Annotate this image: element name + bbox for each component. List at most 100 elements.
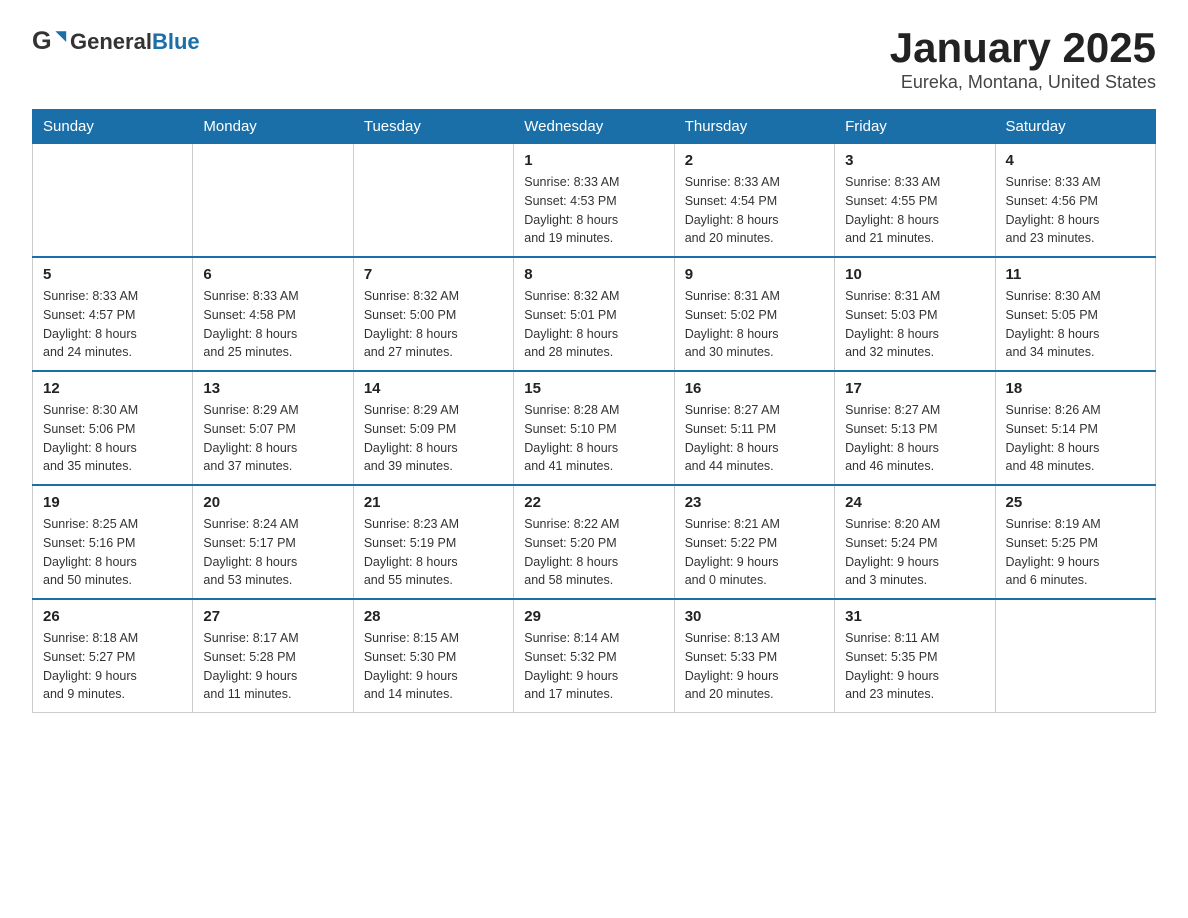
day-number: 27	[203, 608, 342, 625]
header-saturday: Saturday	[995, 110, 1155, 144]
day-info: Sunrise: 8:26 AM Sunset: 5:14 PM Dayligh…	[1006, 401, 1145, 476]
day-info: Sunrise: 8:19 AM Sunset: 5:25 PM Dayligh…	[1006, 515, 1145, 590]
week-row-4: 19 Sunrise: 8:25 AM Sunset: 5:16 PM Dayli…	[33, 485, 1156, 599]
day-number: 12	[43, 380, 182, 397]
day-number: 30	[685, 608, 824, 625]
day-number: 17	[845, 380, 984, 397]
day-number: 13	[203, 380, 342, 397]
day-number: 24	[845, 494, 984, 511]
day-cell: 31 Sunrise: 8:11 AM Sunset: 5:35 PM Dayli…	[835, 599, 995, 713]
day-info: Sunrise: 8:33 AM Sunset: 4:56 PM Dayligh…	[1006, 173, 1145, 248]
day-info: Sunrise: 8:32 AM Sunset: 5:00 PM Dayligh…	[364, 287, 503, 362]
day-cell	[353, 144, 513, 258]
day-info: Sunrise: 8:27 AM Sunset: 5:11 PM Dayligh…	[685, 401, 824, 476]
day-number: 11	[1006, 266, 1145, 283]
day-number: 6	[203, 266, 342, 283]
day-info: Sunrise: 8:28 AM Sunset: 5:10 PM Dayligh…	[524, 401, 663, 476]
day-info: Sunrise: 8:21 AM Sunset: 5:22 PM Dayligh…	[685, 515, 824, 590]
day-cell: 25 Sunrise: 8:19 AM Sunset: 5:25 PM Dayli…	[995, 485, 1155, 599]
day-number: 23	[685, 494, 824, 511]
header-row: SundayMondayTuesdayWednesdayThursdayFrid…	[33, 110, 1156, 144]
day-cell: 13 Sunrise: 8:29 AM Sunset: 5:07 PM Dayli…	[193, 371, 353, 485]
day-number: 5	[43, 266, 182, 283]
day-info: Sunrise: 8:30 AM Sunset: 5:06 PM Dayligh…	[43, 401, 182, 476]
day-cell: 16 Sunrise: 8:27 AM Sunset: 5:11 PM Dayli…	[674, 371, 834, 485]
day-cell: 9 Sunrise: 8:31 AM Sunset: 5:02 PM Daylig…	[674, 257, 834, 371]
day-number: 2	[685, 152, 824, 169]
header-sunday: Sunday	[33, 110, 193, 144]
day-number: 19	[43, 494, 182, 511]
day-info: Sunrise: 8:32 AM Sunset: 5:01 PM Dayligh…	[524, 287, 663, 362]
day-cell: 17 Sunrise: 8:27 AM Sunset: 5:13 PM Dayli…	[835, 371, 995, 485]
day-number: 20	[203, 494, 342, 511]
day-cell: 6 Sunrise: 8:33 AM Sunset: 4:58 PM Daylig…	[193, 257, 353, 371]
day-info: Sunrise: 8:33 AM Sunset: 4:58 PM Dayligh…	[203, 287, 342, 362]
day-info: Sunrise: 8:31 AM Sunset: 5:02 PM Dayligh…	[685, 287, 824, 362]
day-number: 3	[845, 152, 984, 169]
day-number: 26	[43, 608, 182, 625]
day-cell: 4Sunrise: 8:33 AM Sunset: 4:56 PM Daylig…	[995, 144, 1155, 258]
calendar-body: 1 Sunrise: 8:33 AM Sunset: 4:53 PM Daylig…	[33, 144, 1156, 713]
day-info: Sunrise: 8:33 AM Sunset: 4:55 PM Dayligh…	[845, 173, 984, 248]
day-cell: 26 Sunrise: 8:18 AM Sunset: 5:27 PM Dayli…	[33, 599, 193, 713]
day-number: 9	[685, 266, 824, 283]
day-info: Sunrise: 8:20 AM Sunset: 5:24 PM Dayligh…	[845, 515, 984, 590]
day-info: Sunrise: 8:22 AM Sunset: 5:20 PM Dayligh…	[524, 515, 663, 590]
day-number: 25	[1006, 494, 1145, 511]
day-number: 31	[845, 608, 984, 625]
day-cell: 7 Sunrise: 8:32 AM Sunset: 5:00 PM Daylig…	[353, 257, 513, 371]
day-info: Sunrise: 8:14 AM Sunset: 5:32 PM Dayligh…	[524, 629, 663, 704]
day-cell	[995, 599, 1155, 713]
day-cell: 5Sunrise: 8:33 AM Sunset: 4:57 PM Daylig…	[33, 257, 193, 371]
day-cell: 19 Sunrise: 8:25 AM Sunset: 5:16 PM Dayli…	[33, 485, 193, 599]
day-cell: 10Sunrise: 8:31 AM Sunset: 5:03 PM Dayli…	[835, 257, 995, 371]
calendar-header: SundayMondayTuesdayWednesdayThursdayFrid…	[33, 110, 1156, 144]
day-cell: 18 Sunrise: 8:26 AM Sunset: 5:14 PM Dayli…	[995, 371, 1155, 485]
day-cell: 11 Sunrise: 8:30 AM Sunset: 5:05 PM Dayli…	[995, 257, 1155, 371]
day-cell: 8Sunrise: 8:32 AM Sunset: 5:01 PM Daylig…	[514, 257, 674, 371]
day-info: Sunrise: 8:31 AM Sunset: 5:03 PM Dayligh…	[845, 287, 984, 362]
day-info: Sunrise: 8:15 AM Sunset: 5:30 PM Dayligh…	[364, 629, 503, 704]
day-cell: 2Sunrise: 8:33 AM Sunset: 4:54 PM Daylig…	[674, 144, 834, 258]
day-info: Sunrise: 8:30 AM Sunset: 5:05 PM Dayligh…	[1006, 287, 1145, 362]
day-cell	[33, 144, 193, 258]
day-number: 18	[1006, 380, 1145, 397]
page-title: January 2025	[890, 24, 1156, 72]
week-row-3: 12 Sunrise: 8:30 AM Sunset: 5:06 PM Dayli…	[33, 371, 1156, 485]
day-number: 16	[685, 380, 824, 397]
day-info: Sunrise: 8:29 AM Sunset: 5:09 PM Dayligh…	[364, 401, 503, 476]
header-thursday: Thursday	[674, 110, 834, 144]
day-cell: 12 Sunrise: 8:30 AM Sunset: 5:06 PM Dayli…	[33, 371, 193, 485]
day-info: Sunrise: 8:11 AM Sunset: 5:35 PM Dayligh…	[845, 629, 984, 704]
day-info: Sunrise: 8:25 AM Sunset: 5:16 PM Dayligh…	[43, 515, 182, 590]
day-number: 14	[364, 380, 503, 397]
day-info: Sunrise: 8:18 AM Sunset: 5:27 PM Dayligh…	[43, 629, 182, 704]
day-cell: 24 Sunrise: 8:20 AM Sunset: 5:24 PM Dayli…	[835, 485, 995, 599]
day-cell: 20Sunrise: 8:24 AM Sunset: 5:17 PM Dayli…	[193, 485, 353, 599]
logo-general-text: General	[70, 29, 152, 54]
header-tuesday: Tuesday	[353, 110, 513, 144]
week-row-5: 26 Sunrise: 8:18 AM Sunset: 5:27 PM Dayli…	[33, 599, 1156, 713]
header-wednesday: Wednesday	[514, 110, 674, 144]
day-info: Sunrise: 8:27 AM Sunset: 5:13 PM Dayligh…	[845, 401, 984, 476]
page-subtitle: Eureka, Montana, United States	[890, 72, 1156, 93]
day-number: 15	[524, 380, 663, 397]
day-cell: 15 Sunrise: 8:28 AM Sunset: 5:10 PM Dayli…	[514, 371, 674, 485]
day-cell: 21Sunrise: 8:23 AM Sunset: 5:19 PM Dayli…	[353, 485, 513, 599]
day-number: 1	[524, 152, 663, 169]
logo-blue-text: Blue	[152, 29, 200, 54]
day-number: 21	[364, 494, 503, 511]
day-cell: 22Sunrise: 8:22 AM Sunset: 5:20 PM Dayli…	[514, 485, 674, 599]
day-cell: 28Sunrise: 8:15 AM Sunset: 5:30 PM Dayli…	[353, 599, 513, 713]
header-monday: Monday	[193, 110, 353, 144]
logo-icon: G	[32, 24, 68, 60]
day-info: Sunrise: 8:29 AM Sunset: 5:07 PM Dayligh…	[203, 401, 342, 476]
day-cell: 14 Sunrise: 8:29 AM Sunset: 5:09 PM Dayli…	[353, 371, 513, 485]
day-cell	[193, 144, 353, 258]
header-friday: Friday	[835, 110, 995, 144]
day-number: 29	[524, 608, 663, 625]
day-cell: 29 Sunrise: 8:14 AM Sunset: 5:32 PM Dayli…	[514, 599, 674, 713]
day-number: 7	[364, 266, 503, 283]
day-info: Sunrise: 8:33 AM Sunset: 4:53 PM Dayligh…	[524, 173, 663, 248]
page-header: G GeneralBlue January 2025 Eureka, Monta…	[32, 24, 1156, 93]
